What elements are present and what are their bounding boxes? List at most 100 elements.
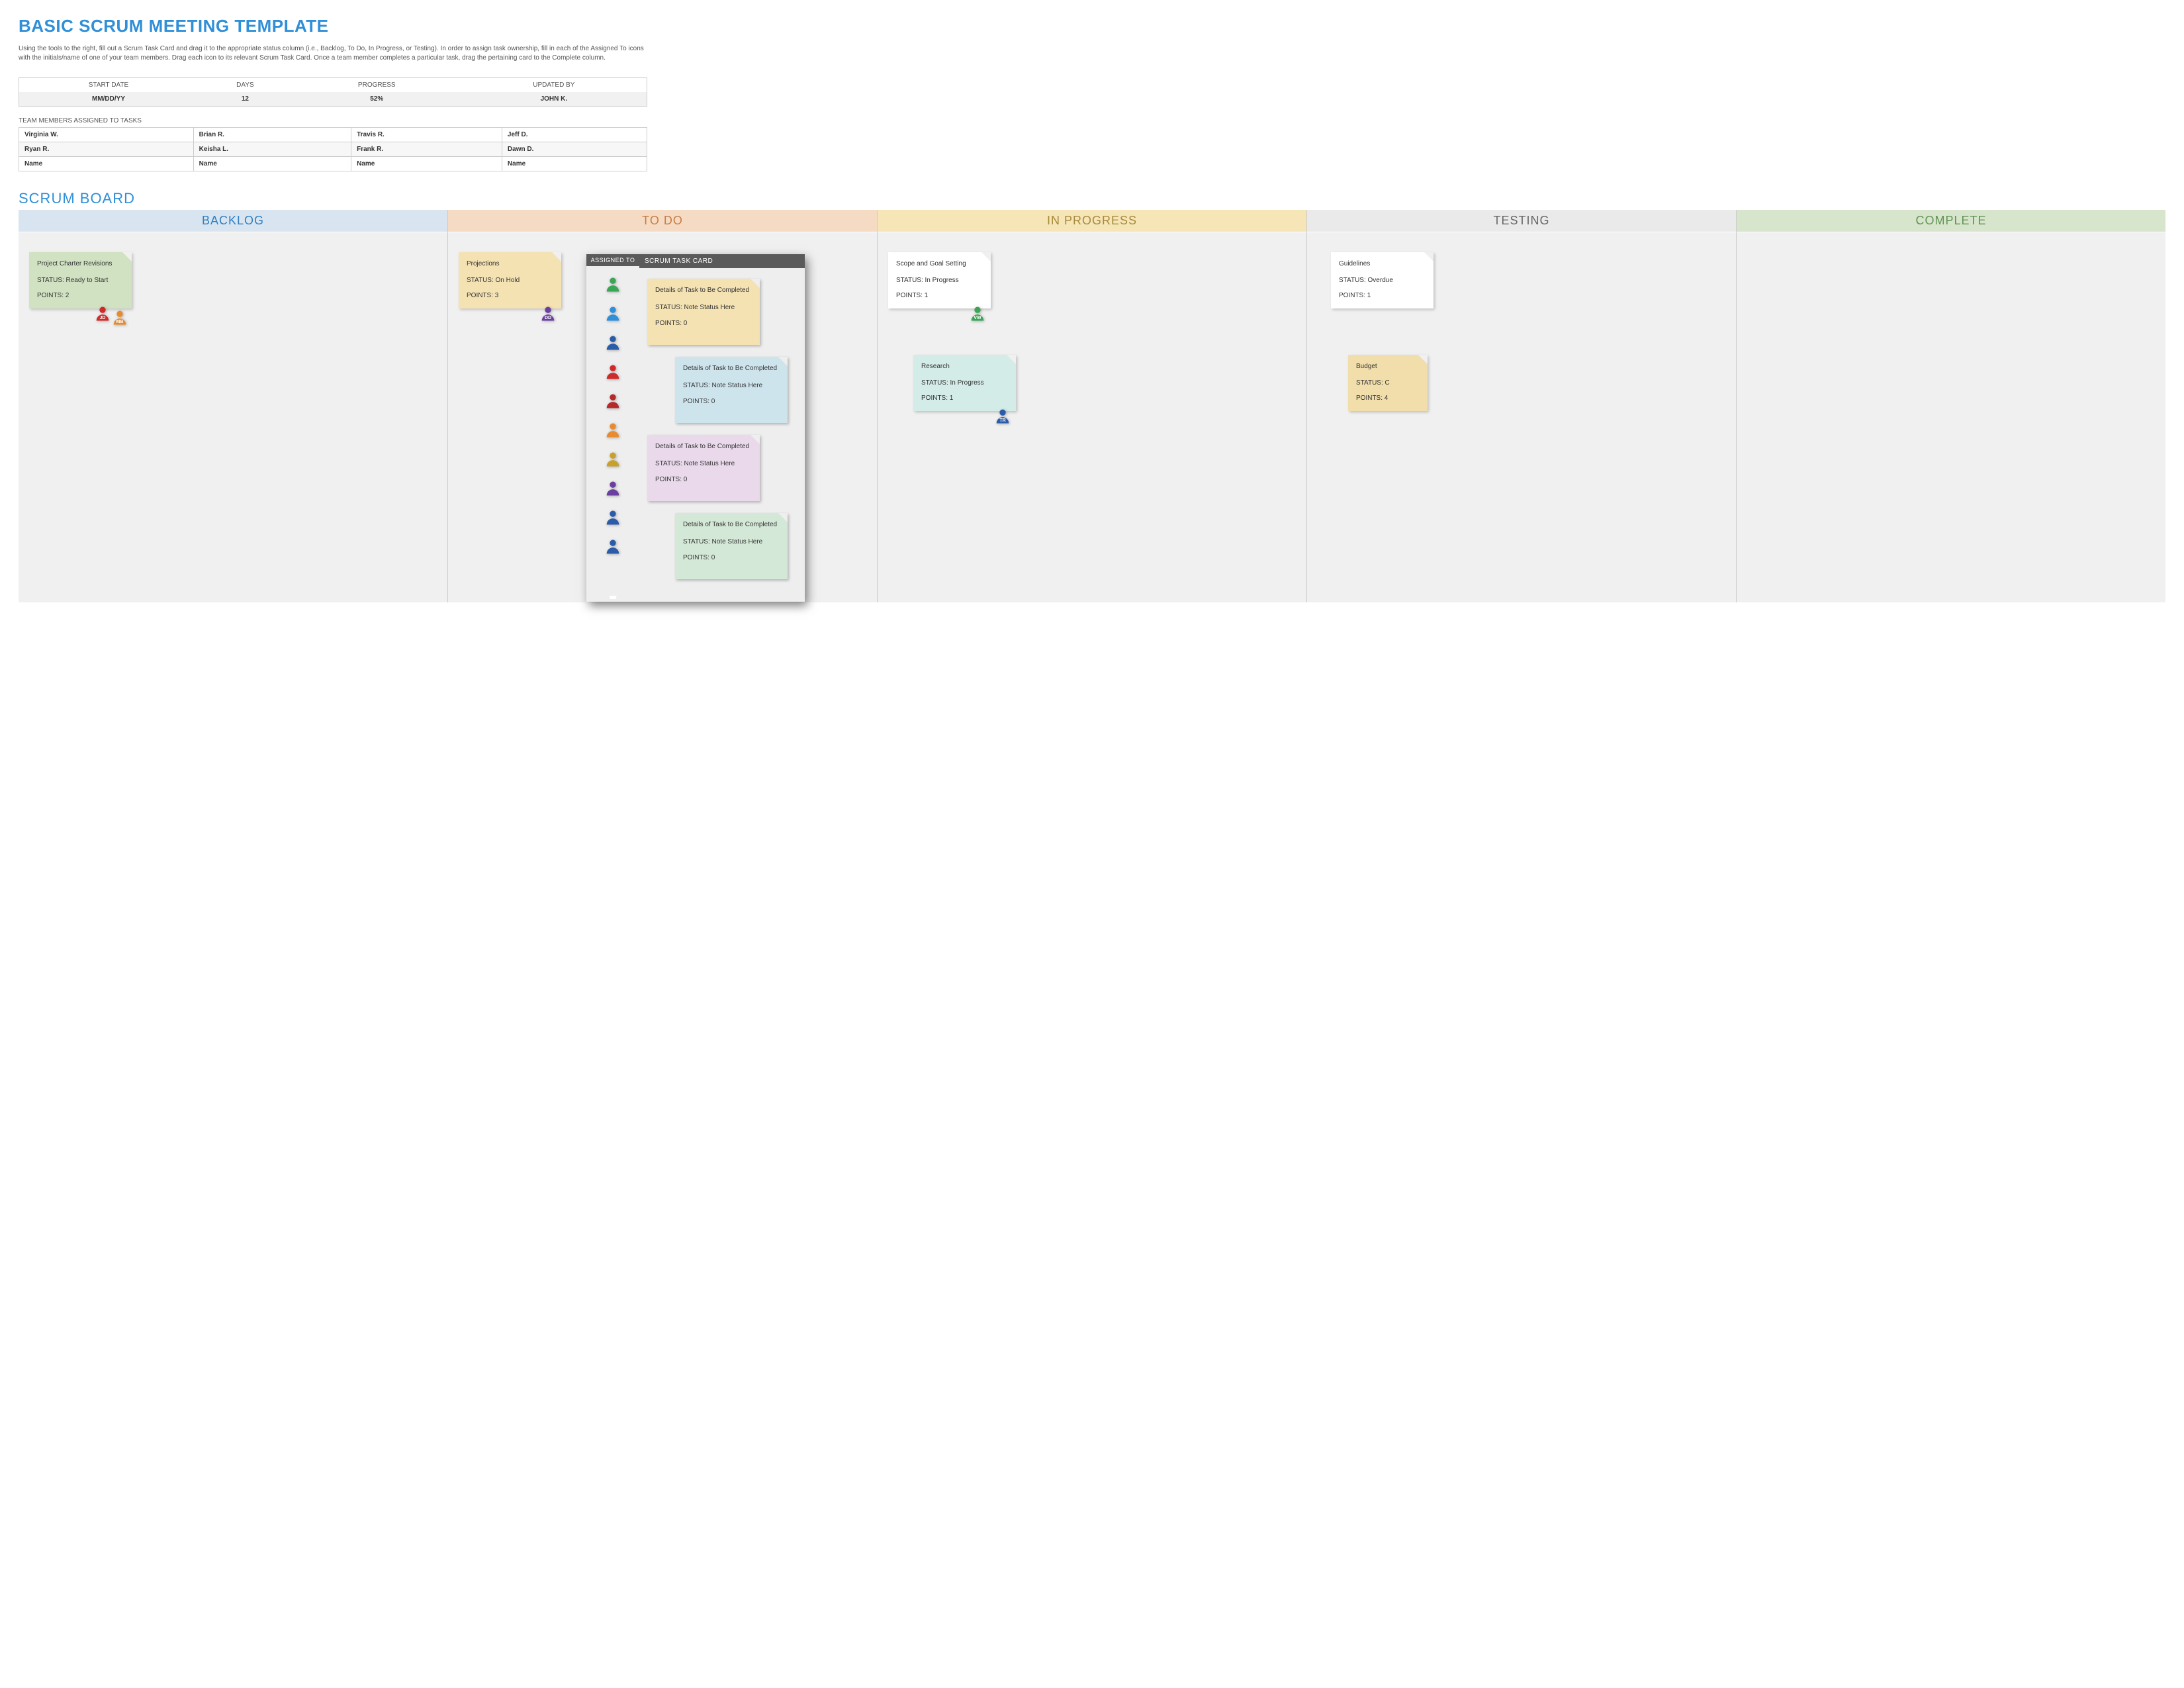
assigned-to-header: ASSIGNED TO bbox=[586, 254, 639, 266]
card-points: POINTS: 1 bbox=[921, 393, 1009, 403]
value-progress: 52% bbox=[293, 92, 461, 107]
card-title: Guidelines bbox=[1339, 259, 1427, 269]
person-initials: DD bbox=[545, 315, 551, 322]
team-cell: Travis R. bbox=[351, 128, 502, 142]
card-points: POINTS: 2 bbox=[37, 291, 125, 301]
team-cell: Dawn D. bbox=[502, 142, 647, 157]
card-status: STATUS: Overdue bbox=[1339, 275, 1427, 285]
team-cell: Name bbox=[351, 157, 502, 171]
card-points: POINTS: 0 bbox=[683, 397, 780, 407]
card-points: POINTS: 3 bbox=[467, 291, 555, 301]
person-icon[interactable]: MB bbox=[111, 308, 129, 327]
card-points: POINTS: 1 bbox=[896, 291, 984, 301]
card-status: STATUS: Ready to Start bbox=[37, 275, 125, 285]
column-header-inprogress: IN PROGRESS bbox=[878, 210, 1306, 232]
person-initials: TR bbox=[999, 418, 1005, 425]
person-icon[interactable]: DD bbox=[539, 305, 557, 323]
person-initials: XX bbox=[610, 596, 615, 600]
assigned-to-panel: ASSIGNED TO VW BR TR JD RR KL FR DD XX X… bbox=[586, 254, 639, 602]
card-status: STATUS: On Hold bbox=[467, 275, 555, 285]
card-status: STATUS: C bbox=[1356, 378, 1421, 388]
page-title: BASIC SCRUM MEETING TEMPLATE bbox=[19, 16, 2165, 36]
card-title: Details of Task to Be Completed bbox=[655, 285, 752, 296]
task-card[interactable]: Scope and Goal Setting STATUS: In Progre… bbox=[888, 252, 991, 308]
card-points: POINTS: 0 bbox=[655, 318, 752, 329]
value-days: 12 bbox=[198, 92, 293, 107]
card-status: STATUS: Note Status Here bbox=[655, 459, 752, 469]
team-cell: Keisha L. bbox=[193, 142, 351, 157]
card-title: Details of Task to Be Completed bbox=[655, 442, 752, 452]
person-icon[interactable]: XX bbox=[604, 538, 622, 556]
task-card[interactable]: Projections STATUS: On Hold POINTS: 3 DD bbox=[459, 252, 561, 308]
person-initials: VW bbox=[974, 315, 981, 322]
task-card[interactable]: Research STATUS: In Progress POINTS: 1 T… bbox=[913, 355, 1016, 411]
card-title: Budget bbox=[1356, 361, 1421, 371]
card-title: Projections bbox=[467, 259, 555, 269]
team-cell: Ryan R. bbox=[19, 142, 194, 157]
team-cell: Virginia W. bbox=[19, 128, 194, 142]
card-title: Details of Task to Be Completed bbox=[683, 363, 780, 374]
column-header-todo: TO DO bbox=[448, 210, 877, 232]
team-cell: Name bbox=[193, 157, 351, 171]
board-title: SCRUM BOARD bbox=[19, 190, 2165, 207]
team-label: TEAM MEMBERS ASSIGNED TO TASKS bbox=[19, 117, 2165, 124]
person-icon[interactable]: KL bbox=[604, 421, 622, 440]
card-title: Scope and Goal Setting bbox=[896, 259, 984, 269]
person-icon[interactable]: JD bbox=[604, 363, 622, 381]
person-icon[interactable]: FR bbox=[604, 450, 622, 469]
template-card[interactable]: Details of Task to Be Completed STATUS: … bbox=[675, 357, 788, 423]
template-card[interactable]: Details of Task to Be Completed STATUS: … bbox=[647, 435, 760, 501]
card-status: STATUS: In Progress bbox=[896, 275, 984, 285]
header-days: DAYS bbox=[198, 78, 293, 93]
card-status: STATUS: Note Status Here bbox=[683, 537, 780, 547]
task-card[interactable]: Budget STATUS: C POINTS: 4 bbox=[1348, 355, 1428, 411]
person-icon[interactable]: VW bbox=[604, 275, 622, 294]
header-progress: PROGRESS bbox=[293, 78, 461, 93]
person-icon[interactable]: VW bbox=[968, 305, 987, 323]
header-start-date: START DATE bbox=[19, 78, 198, 93]
card-points: POINTS: 0 bbox=[655, 475, 752, 485]
template-card[interactable]: Details of Task to Be Completed STATUS: … bbox=[647, 279, 760, 345]
card-title: Research bbox=[921, 361, 1009, 371]
task-card[interactable]: Guidelines STATUS: Overdue POINTS: 1 bbox=[1331, 252, 1433, 308]
column-backlog[interactable]: BACKLOG Project Charter Revisions STATUS… bbox=[19, 210, 447, 602]
column-inprogress[interactable]: IN PROGRESS Scope and Goal Setting STATU… bbox=[877, 210, 1306, 602]
card-status: STATUS: Note Status Here bbox=[655, 303, 752, 313]
intro-text: Using the tools to the right, fill out a… bbox=[19, 44, 654, 63]
card-title: Project Charter Revisions bbox=[37, 259, 125, 269]
team-table: Virginia W. Brian R. Travis R. Jeff D. R… bbox=[19, 127, 647, 171]
card-points: POINTS: 1 bbox=[1339, 291, 1427, 301]
value-start-date: MM/DD/YY bbox=[19, 92, 198, 107]
scrum-board: BACKLOG Project Charter Revisions STATUS… bbox=[19, 210, 2165, 602]
person-icon[interactable]: TR bbox=[993, 407, 1012, 426]
team-cell: Jeff D. bbox=[502, 128, 647, 142]
column-complete[interactable]: COMPLETE bbox=[1736, 210, 2165, 602]
team-cell: Frank R. bbox=[351, 142, 502, 157]
task-card-panel: SCRUM TASK CARD Details of Task to Be Co… bbox=[639, 254, 805, 602]
palette-panel[interactable]: ASSIGNED TO VW BR TR JD RR KL FR DD XX X… bbox=[586, 254, 805, 602]
column-header-testing: TESTING bbox=[1307, 210, 1736, 232]
person-icon[interactable]: DD bbox=[604, 479, 622, 498]
card-points: POINTS: 4 bbox=[1356, 393, 1421, 403]
person-icon[interactable]: TR bbox=[604, 334, 622, 352]
person-icon[interactable]: JD bbox=[93, 305, 112, 323]
card-status: STATUS: Note Status Here bbox=[683, 381, 780, 391]
card-status: STATUS: In Progress bbox=[921, 378, 1009, 388]
card-points: POINTS: 0 bbox=[683, 553, 780, 563]
value-updated-by: JOHN K. bbox=[461, 92, 647, 107]
team-cell: Name bbox=[19, 157, 194, 171]
team-cell: Brian R. bbox=[193, 128, 351, 142]
person-initials: MB bbox=[116, 319, 124, 326]
template-card[interactable]: Details of Task to Be Completed STATUS: … bbox=[675, 513, 788, 579]
person-icon[interactable]: XX bbox=[604, 508, 622, 527]
column-header-complete: COMPLETE bbox=[1737, 210, 2165, 232]
person-icon[interactable]: BR bbox=[604, 305, 622, 323]
task-card[interactable]: Project Charter Revisions STATUS: Ready … bbox=[29, 252, 132, 308]
person-initials: JD bbox=[100, 315, 106, 322]
card-title: Details of Task to Be Completed bbox=[683, 520, 780, 530]
person-icon[interactable]: RR bbox=[604, 392, 622, 410]
header-updated-by: UPDATED BY bbox=[461, 78, 647, 93]
column-testing[interactable]: TESTING Guidelines STATUS: Overdue POINT… bbox=[1306, 210, 1736, 602]
column-header-backlog: BACKLOG bbox=[19, 210, 447, 232]
summary-table: START DATE DAYS PROGRESS UPDATED BY MM/D… bbox=[19, 77, 647, 107]
